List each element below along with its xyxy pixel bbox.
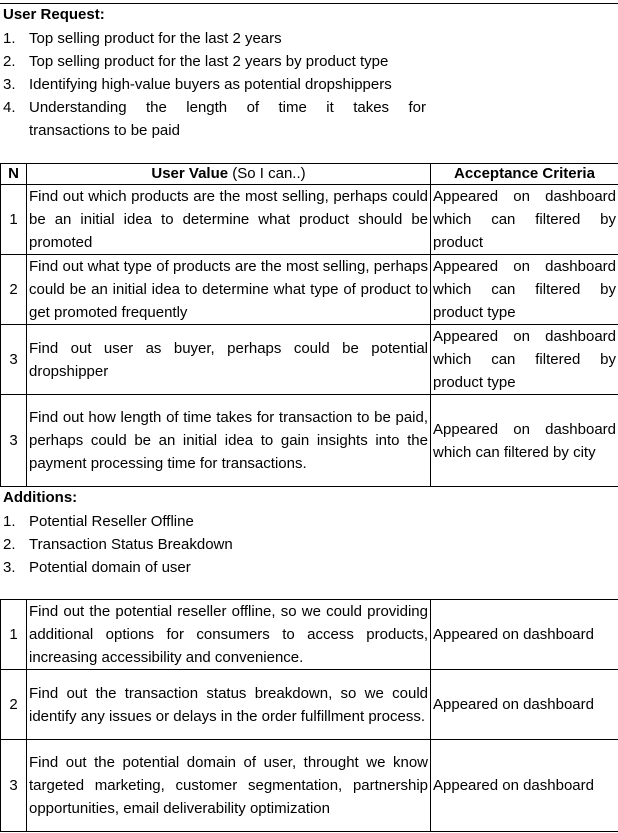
user-value-table: N User Value (So I can..) Acceptance Cri… (0, 163, 618, 487)
item-text: Potential domain of user (29, 559, 191, 576)
col-header-acceptance-criteria: Acceptance Criteria (430, 163, 618, 185)
col-header-user-value: User Value (So I can..) (26, 163, 431, 185)
row-acceptance-criteria: Appeared on dashboard which can filtered… (430, 324, 618, 395)
item-number: 3. (3, 559, 16, 576)
col-header-user-value-main: User Value (151, 165, 229, 182)
row-acceptance-criteria: Appeared on dashboard (430, 599, 618, 670)
row-number: 3 (0, 739, 27, 832)
document-page: User Request: 1. Top selling product for… (0, 0, 618, 833)
row-user-value: Find out what type of products are the m… (26, 254, 431, 325)
item-text: Potential Reseller Offline (29, 513, 194, 530)
row-user-value: Find out user as buyer, perhaps could be… (26, 324, 431, 395)
table-row: 3 Find out the potential domain of user,… (0, 739, 618, 832)
item-number: 1. (3, 30, 16, 47)
item-number: 2. (3, 53, 16, 70)
table-row: 3 Find out user as buyer, perhaps could … (0, 324, 618, 395)
row-user-value: Find out how length of time takes for tr… (26, 394, 431, 487)
additions-table: 1 Find out the potential reseller offlin… (0, 599, 618, 832)
item-number: 3. (3, 76, 16, 93)
table-row: 3 Find out how length of time takes for … (0, 394, 618, 487)
row-number: 2 (0, 669, 27, 740)
row-user-value: Find out the potential domain of user, t… (26, 739, 431, 832)
row-acceptance-criteria: Appeared on dashboard which can filtered… (430, 394, 618, 487)
row-number: 3 (0, 324, 27, 395)
row-acceptance-criteria: Appeared on dashboard which can filtered… (430, 184, 618, 255)
row-number: 2 (0, 254, 27, 325)
row-acceptance-criteria: Appeared on dashboard (430, 739, 618, 832)
row-number: 3 (0, 394, 27, 487)
row-user-value: Find out which products are the most sel… (26, 184, 431, 255)
col-header-user-value-suffix: (So I can..) (228, 165, 306, 182)
top-rule (0, 3, 618, 4)
table-row: 2 Find out what type of products are the… (0, 254, 618, 325)
item-number: 4. (3, 99, 16, 116)
additions-heading: Additions: (3, 489, 78, 506)
table-row: 2 Find out the transaction status breakd… (0, 669, 618, 740)
col-header-n: N (0, 163, 27, 185)
item-number: 2. (3, 536, 16, 553)
table-row: 1 Find out which products are the most s… (0, 184, 618, 255)
row-number: 1 (0, 599, 27, 670)
item-text: Top selling product for the last 2 years (29, 30, 282, 47)
user-request-heading: User Request: (3, 6, 105, 23)
row-number: 1 (0, 184, 27, 255)
row-user-value: Find out the transaction status breakdow… (26, 669, 431, 740)
item-text: transactions to be paid (29, 122, 180, 139)
item-text: Identifying high-value buyers as potenti… (29, 76, 392, 93)
row-acceptance-criteria: Appeared on dashboard which can filtered… (430, 254, 618, 325)
item-number: 1. (3, 513, 16, 530)
item-text: Top selling product for the last 2 years… (29, 53, 389, 70)
row-acceptance-criteria: Appeared on dashboard (430, 669, 618, 740)
row-user-value: Find out the potential reseller offline,… (26, 599, 431, 670)
table-header-row: N User Value (So I can..) Acceptance Cri… (0, 163, 618, 185)
item-text: Transaction Status Breakdown (29, 536, 233, 553)
table-row: 1 Find out the potential reseller offlin… (0, 599, 618, 670)
item-text: Understanding the length of time it take… (29, 99, 426, 116)
